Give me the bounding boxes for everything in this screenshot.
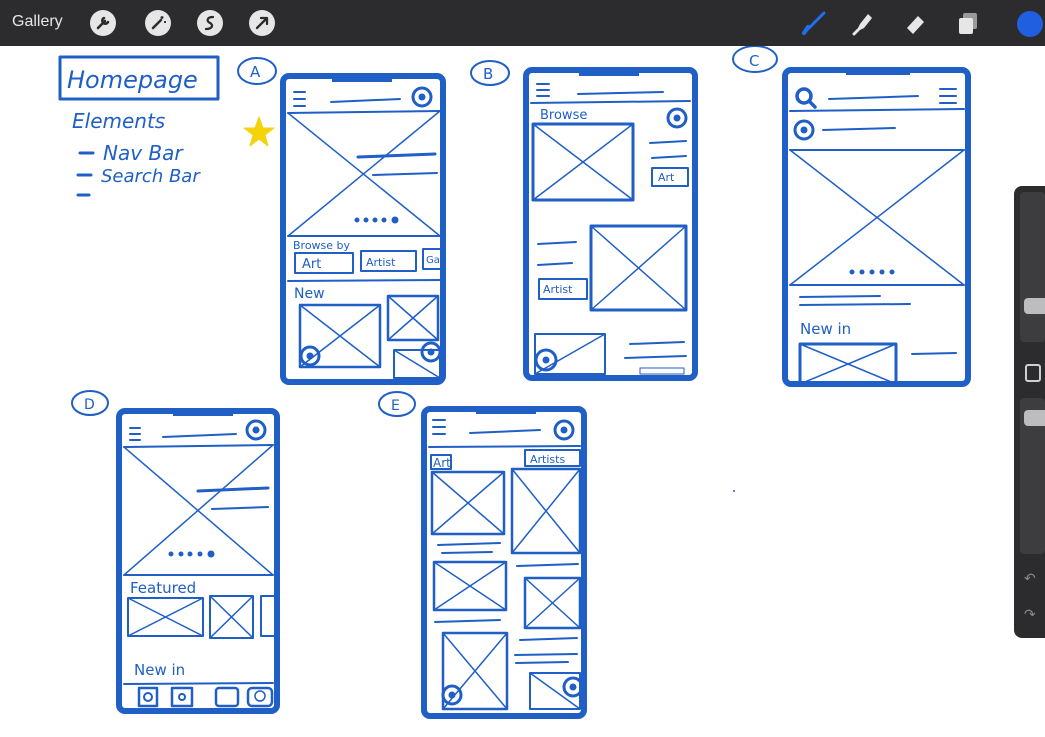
layers-icon[interactable]	[955, 10, 983, 36]
wf-a-gallery-chip: Gall	[426, 255, 445, 266]
magic-wand-icon[interactable]	[145, 10, 171, 36]
wrench-icon[interactable]	[90, 10, 116, 36]
wireframe-e: E Art Artists	[378, 391, 587, 719]
brush-icon[interactable]	[800, 10, 828, 36]
wf-a-art-chip: Art	[302, 257, 321, 272]
wireframe-sketch: Homepage Elements Nav Bar Search Bar A B…	[58, 45, 971, 719]
element-item-2: Search Bar	[101, 166, 201, 187]
wireframe-c: C New in	[732, 45, 971, 387]
eraser-icon[interactable]	[902, 10, 930, 36]
wireframe-label-d: D	[84, 397, 95, 413]
gallery-button[interactable]: Gallery	[12, 13, 63, 31]
smudge-icon[interactable]	[850, 10, 878, 36]
wireframe-d: D Featured New in	[71, 390, 280, 714]
brush-size-slider[interactable]	[1020, 192, 1045, 342]
undo-icon[interactable]: ↶	[1024, 570, 1036, 587]
opacity-thumb[interactable]	[1024, 410, 1045, 426]
wf-a-browse-by: Browse by	[293, 239, 351, 252]
homepage-title: Homepage	[67, 66, 198, 94]
wf-a-new: New	[294, 286, 325, 302]
color-swatch[interactable]	[1017, 11, 1043, 37]
element-item-1: Nav Bar	[103, 141, 184, 165]
modify-button[interactable]	[1025, 364, 1041, 382]
brush-size-thumb[interactable]	[1024, 298, 1045, 314]
wireframe-label-b: B	[483, 65, 493, 83]
brush-sidebar: ↶ ↷	[1014, 186, 1045, 638]
selection-icon[interactable]	[197, 10, 223, 36]
wf-e-art-tab: Art	[433, 456, 451, 470]
transform-arrow-icon[interactable]	[249, 10, 275, 36]
redo-icon[interactable]: ↷	[1024, 606, 1036, 623]
wf-c-new-in: New in	[800, 320, 851, 338]
wf-b-artist-chip: Artist	[543, 283, 573, 296]
elements-heading: Elements	[72, 109, 165, 133]
procreate-toolbar: Gallery	[0, 0, 1045, 46]
wf-a-artist-chip: Artist	[366, 256, 396, 269]
wf-e-artists-tab: Artists	[530, 453, 565, 466]
drawing-canvas[interactable]: Homepage Elements Nav Bar Search Bar A B…	[0, 45, 1045, 732]
wireframe-a: A Browse by Art Artist Gall New	[237, 57, 446, 385]
opacity-slider[interactable]	[1020, 398, 1045, 554]
wireframe-label-a: A	[250, 63, 261, 81]
wf-d-featured: Featured	[130, 579, 196, 597]
wireframe-b: B Browse Art Artist	[470, 60, 698, 381]
wf-d-new-in: New in	[134, 661, 185, 679]
star-icon	[243, 116, 275, 147]
wireframe-label-e: E	[391, 398, 400, 414]
wireframe-label-c: C	[749, 52, 759, 70]
wf-b-browse: Browse	[540, 108, 587, 123]
wf-b-art-chip: Art	[658, 171, 675, 184]
